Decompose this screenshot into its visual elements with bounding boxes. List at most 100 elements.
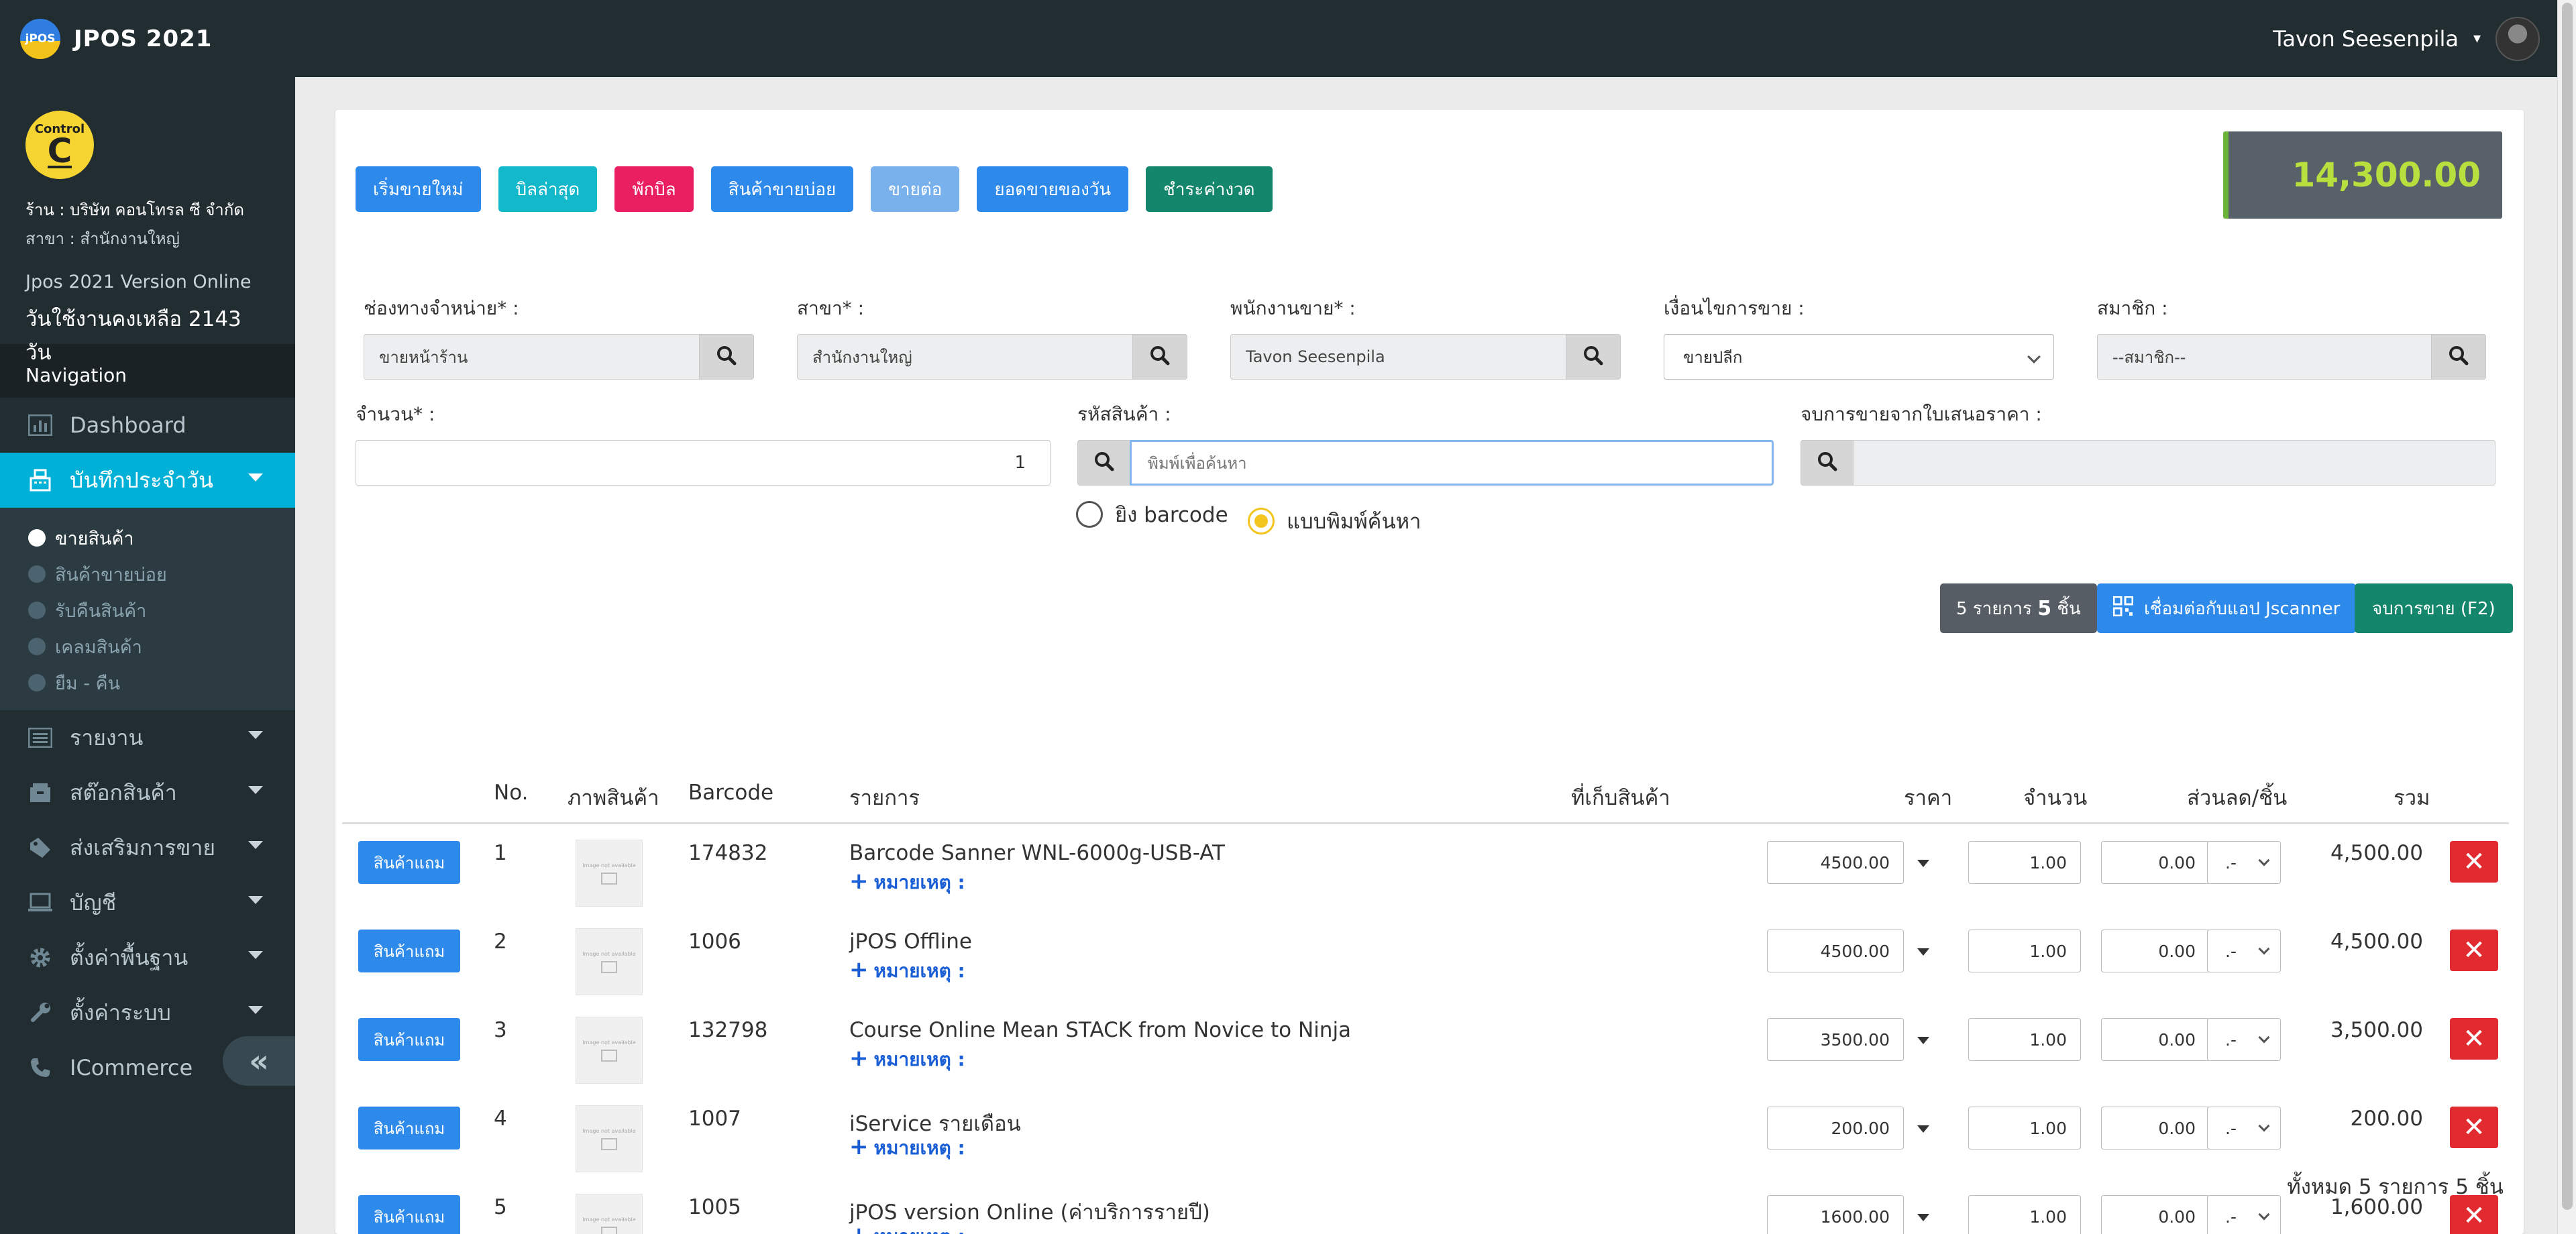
col-location: ที่เก็บสินค้า	[1571, 786, 1670, 810]
sidebar-item-reports[interactable]: รายงาน	[0, 710, 295, 765]
qty-input[interactable]: 1	[356, 440, 1051, 486]
box-icon	[25, 781, 55, 805]
quote-input[interactable]	[1853, 440, 2496, 486]
qty-input[interactable]: 1.00	[1968, 841, 2081, 884]
hold-bill-button[interactable]: พักบิล	[614, 166, 694, 212]
sidebar-item-dashboard[interactable]: Dashboard	[0, 398, 295, 453]
collapse-sidebar-button[interactable]: «	[223, 1036, 295, 1086]
qty-input[interactable]: 1.00	[1968, 930, 2081, 972]
chevron-down-icon	[248, 731, 263, 739]
channel-search-button[interactable]	[699, 334, 754, 380]
sidebar-item-stock[interactable]: สต๊อกสินค้า	[0, 765, 295, 820]
discount-type-select[interactable]: .-	[2207, 841, 2281, 884]
price-input[interactable]: 200.00	[1767, 1107, 1904, 1149]
circle-icon	[28, 602, 46, 619]
daily-sales-button[interactable]: ยอดขายของวัน	[977, 166, 1129, 212]
condition-select[interactable]: ขายปลีก	[1664, 334, 2054, 380]
channel-label: ช่องทางจำหน่าย* :	[364, 297, 519, 319]
free-item-button[interactable]: สินค้าแถม	[358, 841, 460, 884]
free-item-button[interactable]: สินค้าแถม	[358, 1018, 460, 1061]
last-bill-button[interactable]: บิลล่าสุด	[498, 166, 598, 212]
discount-type-select[interactable]: .-	[2207, 1195, 2281, 1234]
avatar[interactable]	[2496, 16, 2540, 61]
add-note-link[interactable]: +หมายเหตุ :	[849, 1222, 965, 1234]
finish-sale-button[interactable]: จบการขาย (F2)	[2355, 583, 2513, 633]
product-search-input[interactable]: พิมพ์เพื่อค้นหา	[1130, 440, 1774, 486]
caret-down-icon[interactable]	[1917, 1037, 1929, 1044]
free-item-button[interactable]: สินค้าแถม	[358, 1107, 460, 1149]
discount-type-select[interactable]: .-	[2207, 1018, 2281, 1061]
pay-installment-button[interactable]: ชำระค่างวด	[1146, 166, 1273, 212]
shop-panel: Control C ร้าน : บริษัท คอนโทรล ซี จำกัด…	[0, 77, 295, 365]
page-scrollbar[interactable]	[2557, 0, 2576, 1234]
subnav-item-sell[interactable]: ขายสินค้า	[0, 520, 295, 556]
discount-input[interactable]: 0.00	[2101, 1107, 2210, 1149]
discount-input[interactable]: 0.00	[2101, 930, 2210, 972]
table-summary-text: ทั้งหมด 5 รายการ 5 ชิ้น	[2287, 1175, 2504, 1199]
price-input[interactable]: 4500.00	[1767, 841, 1904, 884]
delete-row-button[interactable]: ✕	[2450, 841, 2498, 883]
sidebar-item-account[interactable]: บัญชี	[0, 875, 295, 930]
scrollbar-thumb[interactable]	[2562, 3, 2573, 1210]
discount-input[interactable]: 0.00	[2101, 1195, 2210, 1234]
add-note-link[interactable]: +หมายเหตุ :	[849, 1045, 965, 1074]
product-search-button[interactable]	[1077, 440, 1131, 486]
free-item-button[interactable]: สินค้าแถม	[358, 930, 460, 972]
frequent-items-button[interactable]: สินค้าขายบ่อย	[710, 166, 854, 212]
price-input[interactable]: 4500.00	[1767, 930, 1904, 972]
add-note-link[interactable]: +หมายเหตุ :	[849, 868, 965, 897]
radio-barcode[interactable]: ยิง barcode	[1076, 498, 1228, 531]
caret-down-icon[interactable]	[1917, 948, 1929, 956]
qr-code-icon	[2112, 596, 2134, 621]
table-divider	[342, 822, 2509, 824]
delete-row-button[interactable]: ✕	[2450, 1018, 2498, 1060]
discount-input[interactable]: 0.00	[2101, 1018, 2210, 1061]
delete-row-button[interactable]: ✕	[2450, 930, 2498, 971]
staff-search-button[interactable]	[1566, 334, 1621, 380]
price-input[interactable]: 1600.00	[1767, 1195, 1904, 1234]
discount-type-select[interactable]: .-	[2207, 930, 2281, 972]
qty-input[interactable]: 1.00	[1968, 1195, 2081, 1234]
sidebar-item-daily[interactable]: บันทึกประจำวัน	[0, 453, 295, 508]
subnav-item-return[interactable]: รับคืนสินค้า	[0, 592, 295, 628]
subnav-item-frequent[interactable]: สินค้าขายบ่อย	[0, 556, 295, 592]
item-count-badge[interactable]: 5 รายการ 5 ชิ้น	[1940, 583, 2097, 633]
radio-circle[interactable]	[1076, 501, 1103, 528]
price-input[interactable]: 3500.00	[1767, 1018, 1904, 1061]
member-search-button[interactable]	[2431, 334, 2486, 380]
new-sale-button[interactable]: เริ่มขายใหม่	[356, 166, 481, 212]
add-note-link[interactable]: +หมายเหตุ :	[849, 956, 965, 986]
sidebar-item-promotion[interactable]: ส่งเสริมการขาย	[0, 820, 295, 875]
subnav-item-claim[interactable]: เคลมสินค้า	[0, 628, 295, 665]
add-note-link[interactable]: +หมายเหตุ :	[849, 1133, 965, 1163]
caret-down-icon[interactable]	[1917, 1125, 1929, 1133]
quote-search-button[interactable]	[1801, 440, 1854, 486]
brand[interactable]: jPOS JPOS 2021	[20, 18, 212, 59]
col-qty: จำนวน	[2023, 786, 2088, 810]
discount-input[interactable]: 0.00	[2101, 841, 2210, 884]
discount-type-select[interactable]: .-	[2207, 1107, 2281, 1149]
qty-input[interactable]: 1.00	[1968, 1018, 2081, 1061]
branch-field[interactable]: สำนักงานใหญ่	[797, 334, 1134, 380]
branch-search-button[interactable]	[1132, 334, 1187, 380]
sidebar-item-system-settings[interactable]: ตั้งค่าระบบ	[0, 985, 295, 1040]
chevron-down-icon	[2027, 350, 2041, 363]
channel-field[interactable]: ขายหน้าร้าน	[364, 334, 700, 380]
qty-input[interactable]: 1.00	[1968, 1107, 2081, 1149]
member-field[interactable]: --สมาชิก--	[2097, 334, 2442, 380]
product-image: Image not available	[576, 928, 643, 995]
continue-sale-button[interactable]: ขายต่อ	[871, 166, 960, 212]
subnav-item-borrow[interactable]: ยืม - คืน	[0, 665, 295, 701]
delete-row-button[interactable]: ✕	[2450, 1107, 2498, 1148]
caret-down-icon[interactable]	[1917, 860, 1929, 867]
staff-field[interactable]: Tavon Seesenpila	[1230, 334, 1567, 380]
free-item-button[interactable]: สินค้าแถม	[358, 1195, 460, 1234]
radio-circle-selected[interactable]	[1248, 508, 1275, 535]
user-menu[interactable]: Tavon Seesenpila ▾	[2273, 16, 2540, 61]
chevron-down-icon	[2258, 1031, 2270, 1044]
caret-down-icon[interactable]	[1917, 1214, 1929, 1221]
connect-jscanner-button[interactable]: เชื่อมต่อกับแอป Jscanner	[2097, 583, 2357, 633]
radio-type-search[interactable]: แบบพิมพ์ค้นหา	[1248, 504, 1421, 538]
app-logo: jPOS	[20, 18, 60, 59]
sidebar-item-basic-settings[interactable]: ตั้งค่าพื้นฐาน	[0, 930, 295, 985]
